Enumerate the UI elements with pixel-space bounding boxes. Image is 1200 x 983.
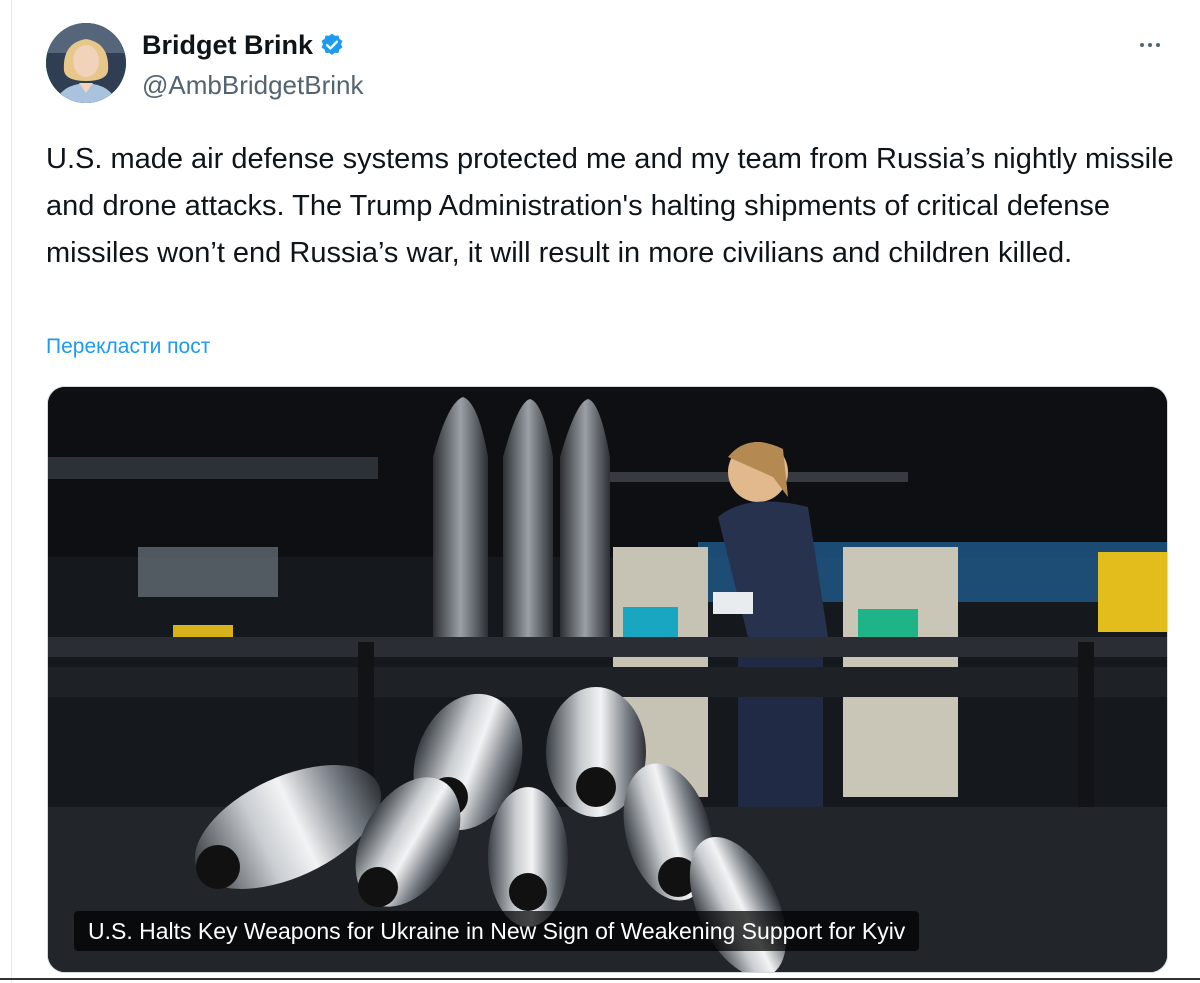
more-options-icon[interactable] (1130, 30, 1170, 60)
factory-artillery-shells-photo (48, 387, 1167, 972)
author-display-name[interactable]: Bridget Brink (142, 28, 313, 62)
card-headline[interactable]: U.S. Halts Key Weapons for Ukraine in Ne… (74, 911, 920, 951)
timeline-border (11, 0, 12, 983)
profile-photo (46, 23, 126, 103)
avatar[interactable] (46, 23, 126, 103)
link-card[interactable]: U.S. Halts Key Weapons for Ukraine in Ne… (47, 386, 1168, 973)
divider (0, 978, 1200, 980)
author-name[interactable]: Bridget Brink (142, 28, 345, 62)
verified-badge-icon (321, 33, 343, 55)
author-handle[interactable]: @AmbBridgetBrink (142, 68, 363, 102)
tweet-text: U.S. made air defense systems protected … (46, 143, 1174, 269)
translate-post-link[interactable]: Перекласти пост (46, 333, 210, 361)
